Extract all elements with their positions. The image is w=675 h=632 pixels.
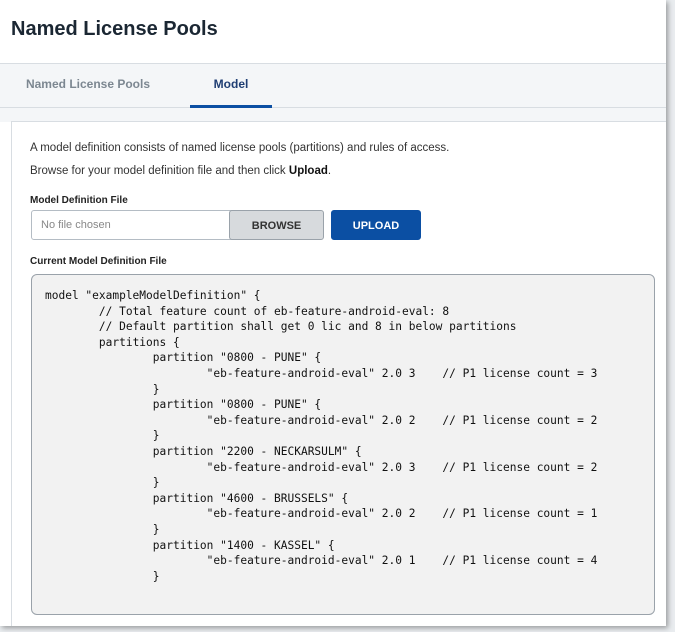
page-title: Named License Pools — [11, 18, 218, 40]
tab-model[interactable]: Model — [190, 64, 272, 108]
model-definition-content: model "exampleModelDefinition" { // Tota… — [45, 289, 598, 583]
page-header: Named License Pools — [0, 0, 666, 64]
upload-button[interactable]: UPLOAD — [331, 210, 421, 240]
instruction-text: Browse for your model definition file an… — [30, 165, 331, 177]
file-path-field[interactable]: No file chosen — [31, 210, 236, 240]
content-gap — [0, 108, 666, 122]
instruction-prefix: Browse for your model definition file an… — [30, 165, 289, 177]
model-panel: A model definition consists of named lic… — [11, 121, 666, 626]
tab-bar: Named License Pools Model — [0, 64, 666, 108]
tab-named-license-pools[interactable]: Named License Pools — [18, 64, 158, 105]
instruction-suffix: . — [327, 165, 332, 177]
model-definition-viewer[interactable]: model "exampleModelDefinition" { // Tota… — [31, 274, 655, 615]
intro-text: A model definition consists of named lic… — [30, 142, 450, 154]
instruction-upload-word: Upload — [288, 165, 328, 177]
app-window: Named License Pools Named License Pools … — [0, 0, 666, 626]
current-model-label: Current Model Definition File — [30, 256, 167, 267]
model-file-label: Model Definition File — [30, 195, 128, 206]
browse-button[interactable]: BROWSE — [229, 210, 324, 240]
